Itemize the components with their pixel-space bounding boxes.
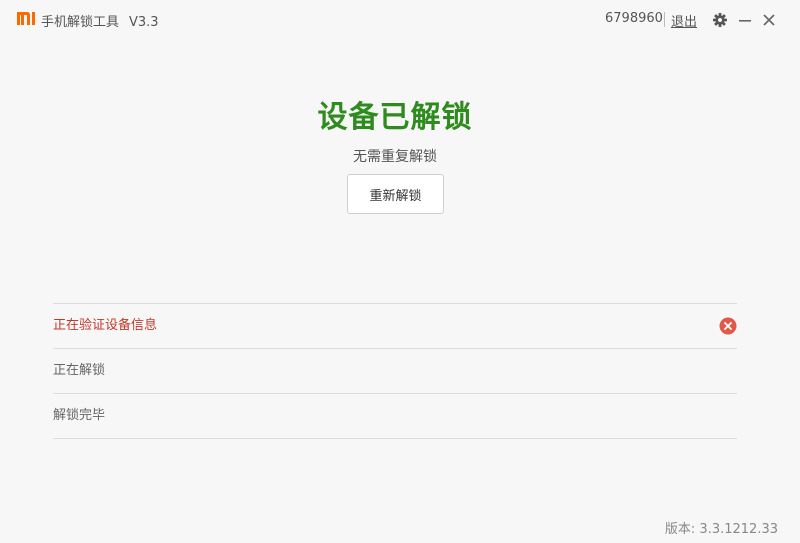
user-id: 6798960 — [605, 11, 663, 26]
logout-link[interactable]: 退出 — [671, 11, 697, 30]
status-title: 设备已解锁 — [317, 100, 473, 135]
app-version: V3.3 — [129, 15, 159, 30]
step-unlock-complete: 解锁完毕 — [53, 394, 737, 439]
step-label: 解锁完毕 — [53, 408, 106, 423]
step-verify-device: 正在验证设备信息 — [53, 304, 737, 349]
relock-button[interactable]: 重新解锁 — [347, 174, 444, 214]
step-unlocking: 正在解锁 — [53, 349, 737, 394]
step-label: 正在解锁 — [53, 363, 106, 378]
mi-logo-icon — [17, 12, 35, 25]
minimize-icon[interactable] — [737, 12, 753, 28]
app-name: 手机解锁工具 — [41, 15, 120, 30]
step-list: 正在验证设备信息 正在解锁 解锁完毕 — [53, 303, 737, 439]
status-subtitle: 无需重复解锁 — [353, 149, 437, 165]
title-bar: 手机解锁工具 V3.3 6798960 退出 — [0, 0, 800, 40]
version-label: 版本: 3.3.1212.33 — [664, 522, 778, 537]
error-icon — [719, 317, 737, 335]
gear-icon[interactable] — [712, 12, 728, 28]
separator — [664, 12, 665, 27]
close-icon[interactable] — [761, 12, 777, 28]
step-label: 正在验证设备信息 — [53, 318, 158, 333]
app-title: 手机解锁工具 V3.3 — [41, 11, 159, 30]
